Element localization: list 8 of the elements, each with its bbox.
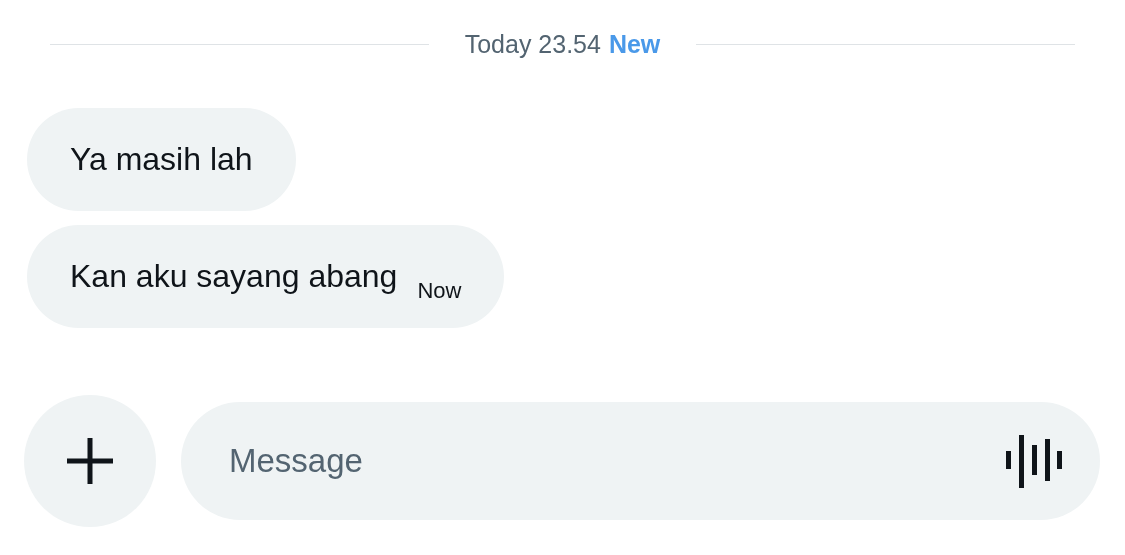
message-time: Now (417, 276, 462, 305)
date-label: Today 23.54 (464, 29, 601, 60)
message-field[interactable]: Message (181, 401, 1100, 520)
plus-icon (65, 435, 115, 486)
message-text: Kan aku sayang abang (70, 257, 398, 296)
message-text: Ya masih lah (70, 140, 253, 179)
voice-icon[interactable] (1006, 432, 1062, 489)
new-label: New (608, 29, 661, 60)
